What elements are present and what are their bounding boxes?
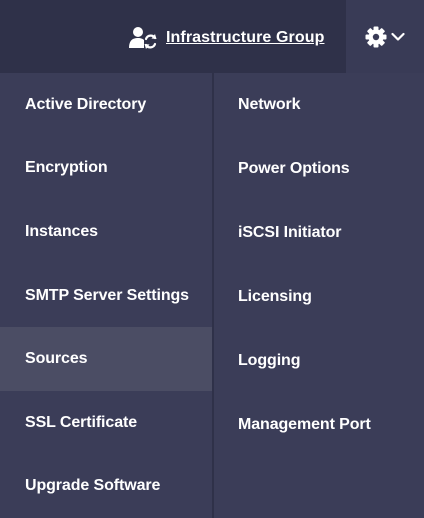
menu-item-upgrade-software[interactable]: Upgrade Software [0,454,212,518]
menu-item-encryption[interactable]: Encryption [0,137,212,201]
menu-item-ssl-certificate[interactable]: SSL Certificate [0,391,212,455]
group-link-label: Infrastructure Group [166,29,325,46]
menu-item-sources[interactable]: Sources [0,327,212,391]
menu-item-instances[interactable]: Instances [0,200,212,264]
settings-dropdown-button[interactable] [346,0,424,73]
menu-item-licensing[interactable]: Licensing [214,265,424,329]
menu-item-network[interactable]: Network [214,73,424,137]
menu-column-left: Active Directory Encryption Instances SM… [0,73,214,518]
top-bar: Infrastructure Group [0,0,424,73]
menu-item-power-options[interactable]: Power Options [214,137,424,201]
menu-column-right: Network Power Options iSCSI Initiator Li… [214,73,424,518]
menu-item-smtp-server-settings[interactable]: SMTP Server Settings [0,264,212,328]
group-link[interactable]: Infrastructure Group [128,24,324,52]
user-sync-icon [128,26,158,50]
menu-item-logging[interactable]: Logging [214,329,424,393]
menu-item-management-port[interactable]: Management Port [214,393,424,457]
settings-menu: Active Directory Encryption Instances SM… [0,73,424,518]
menu-item-active-directory[interactable]: Active Directory [0,73,212,137]
gear-icon [365,26,387,48]
menu-item-iscsi-initiator[interactable]: iSCSI Initiator [214,201,424,265]
chevron-down-icon [391,32,405,42]
settings-menu-panel: Infrastructure Group Active Directory En… [0,0,424,518]
